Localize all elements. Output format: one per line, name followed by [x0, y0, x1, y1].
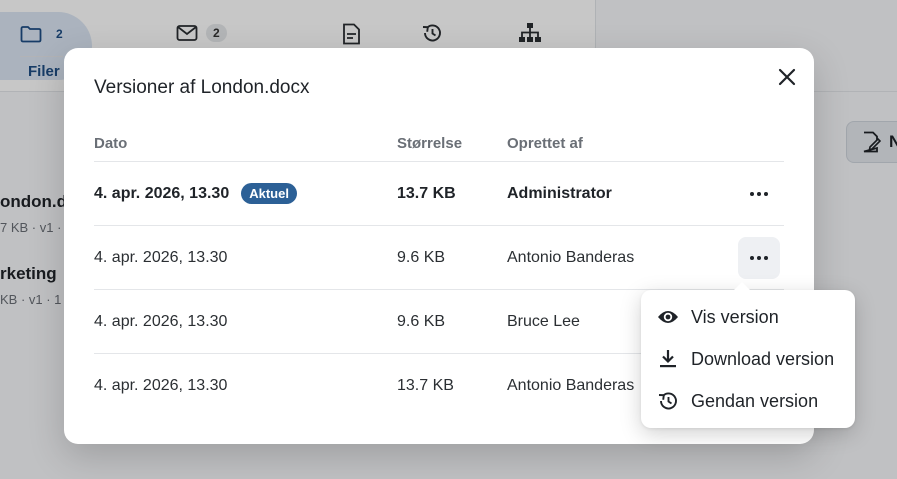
menu-item-download-version[interactable]: Download version — [641, 338, 855, 380]
column-header-size: Størrelse — [397, 135, 463, 152]
version-date: 4. apr. 2026, 13.30 — [94, 248, 228, 266]
version-date-cell: 4. apr. 2026, 13.30 Aktuel — [94, 183, 397, 204]
more-options-button[interactable] — [738, 236, 780, 279]
restore-icon — [658, 392, 677, 410]
version-author: Antonio Banderas — [507, 248, 635, 266]
download-icon — [660, 350, 676, 368]
version-author: Administrator — [507, 184, 612, 202]
version-date-cell: 4. apr. 2026, 13.30 — [94, 249, 397, 267]
version-date-cell: 4. apr. 2026, 13.30 — [94, 377, 397, 395]
close-button[interactable] — [772, 62, 802, 92]
row-actions — [734, 173, 784, 215]
menu-item-label: Download version — [691, 348, 835, 369]
version-date-cell: 4. apr. 2026, 13.30 — [94, 313, 397, 331]
dialog-title: Versioner af London.docx — [94, 77, 310, 98]
more-options-button[interactable] — [738, 173, 780, 215]
menu-item-restore-version[interactable]: Gendan version — [641, 380, 855, 422]
version-size: 13.7 KB — [397, 184, 456, 202]
current-version-badge: Aktuel — [241, 183, 297, 204]
version-date: 4. apr. 2026, 13.30 — [94, 184, 230, 202]
version-size: 9.6 KB — [397, 312, 446, 330]
column-header-date: Dato — [94, 135, 128, 152]
table-row: 4. apr. 2026, 13.30 Aktuel 13.7 KB Admin… — [94, 162, 784, 226]
version-date: 4. apr. 2026, 13.30 — [94, 377, 228, 394]
more-horizontal-icon — [750, 255, 768, 260]
table-header: Dato Størrelse Oprettet af — [94, 126, 784, 162]
version-date: 4. apr. 2026, 13.30 — [94, 312, 228, 330]
menu-item-view-version[interactable]: Vis version — [641, 296, 855, 338]
column-header-author: Oprettet af — [507, 135, 583, 152]
version-size: 9.6 KB — [397, 248, 446, 266]
row-actions — [734, 236, 784, 279]
more-horizontal-icon — [750, 191, 768, 196]
menu-item-label: Vis version — [691, 306, 779, 327]
version-actions-menu: Vis version Download version Gendan vers… — [641, 282, 855, 428]
version-size: 13.7 KB — [397, 377, 454, 394]
close-icon — [778, 68, 796, 86]
eye-icon — [658, 311, 678, 323]
table-row: 4. apr. 2026, 13.30 9.6 KB Antonio Bande… — [94, 226, 784, 290]
menu-item-label: Gendan version — [691, 390, 819, 411]
